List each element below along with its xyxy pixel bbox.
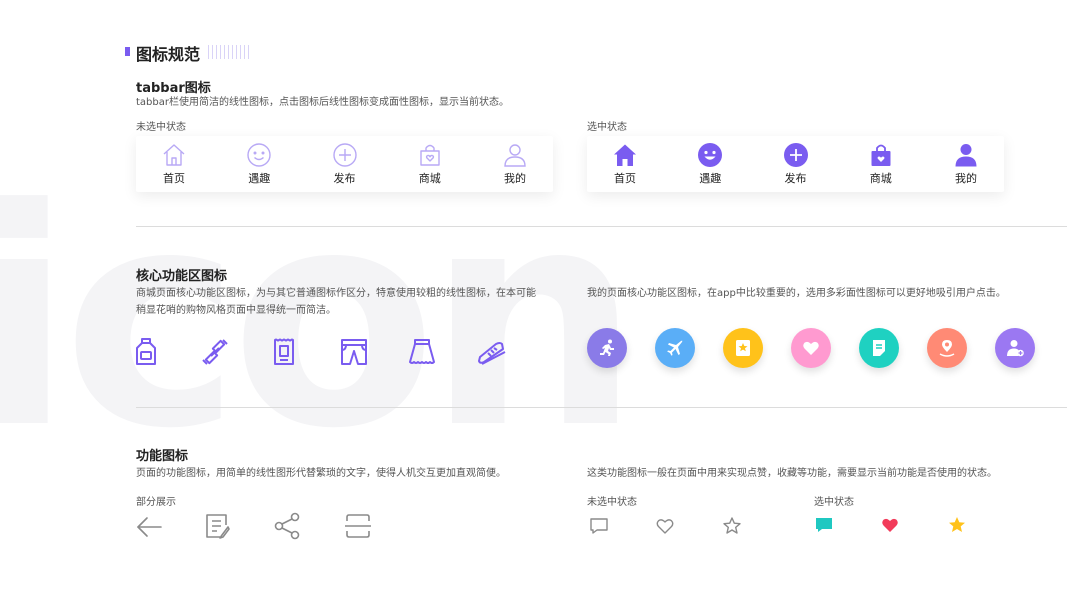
user-add-icon xyxy=(1007,340,1024,357)
tabbar-section-desc: tabbar栏使用简洁的线性图标，点击图标后线性图标变成面性图标，显示当前状态。 xyxy=(136,97,509,108)
tab-mine-selected[interactable]: 我的 xyxy=(948,136,984,192)
star-icon[interactable] xyxy=(947,515,967,535)
partial-display-label: 部分展示 xyxy=(136,497,176,508)
airplane-circle-button[interactable] xyxy=(655,328,695,368)
shopping-bag-icon xyxy=(871,144,891,166)
divider-2 xyxy=(136,407,1067,408)
smile-icon xyxy=(698,143,723,167)
tab-mine-label: 我的 xyxy=(504,172,526,185)
home-icon xyxy=(163,144,185,166)
function-section-desc-right: 这类功能图标一般在页面中用来实现点赞，收藏等功能，需要显示当前功能是否使用的状态… xyxy=(587,468,997,479)
shopping-bag-icon xyxy=(420,144,440,166)
user-icon xyxy=(955,144,977,167)
comment-icon[interactable] xyxy=(589,516,609,536)
note-icon xyxy=(873,340,885,356)
location-circle-button[interactable] xyxy=(927,328,967,368)
tabbar-selected: 首页 遇趣 发布 商城 我的 xyxy=(587,136,1004,192)
star-icon[interactable] xyxy=(722,516,742,536)
tab-yuqu-label: 遇趣 xyxy=(248,172,271,185)
location-icon xyxy=(939,340,955,357)
airplane-icon xyxy=(667,340,683,356)
tab-mall-selected-label: 商城 xyxy=(869,172,892,185)
note-circle-button[interactable] xyxy=(859,328,899,368)
tab-yuqu-selected[interactable]: 遇趣 xyxy=(692,136,728,192)
smile-icon xyxy=(247,143,271,167)
tab-publish-label: 发布 xyxy=(333,172,356,185)
background-watermark-text: icon xyxy=(0,145,640,494)
core-section-desc-right: 我的页面核心功能区图标，在app中比较重要的，选用多彩面性图标可以更好地吸引用户… xyxy=(587,288,1006,299)
receipt-icon[interactable] xyxy=(271,337,297,367)
title-decoration-lines xyxy=(208,45,250,59)
tab-yuqu-selected-label: 遇趣 xyxy=(699,172,722,185)
plus-circle-icon xyxy=(332,143,357,167)
tab-mall[interactable]: 商城 xyxy=(412,136,448,192)
bottle-icon[interactable] xyxy=(132,337,160,367)
tab-mine[interactable]: 我的 xyxy=(497,136,533,192)
function-section-title: 功能图标 xyxy=(136,449,189,464)
tab-home-label: 首页 xyxy=(163,172,185,185)
heart-icon[interactable] xyxy=(880,515,900,535)
running-icon xyxy=(600,339,614,356)
share-icon[interactable] xyxy=(273,512,301,540)
tabbar-selected-label: 选中状态 xyxy=(587,122,627,133)
heart-icon xyxy=(803,341,819,355)
function-section-desc-left: 页面的功能图标，用简单的线性图形代替繁琐的文字，使得人机交互更加直观简便。 xyxy=(136,468,506,479)
star-badge-circle-button[interactable] xyxy=(723,328,763,368)
tab-home-selected-label: 首页 xyxy=(614,172,636,185)
tabbar-unselected-label: 未选中状态 xyxy=(136,122,186,133)
tab-home[interactable]: 首页 xyxy=(156,136,192,192)
user-add-circle-button[interactable] xyxy=(995,328,1035,368)
tab-mall-label: 商城 xyxy=(418,172,441,185)
tab-mine-selected-label: 我的 xyxy=(955,172,977,185)
tab-publish[interactable]: 发布 xyxy=(327,136,363,192)
tab-yuqu[interactable]: 遇趣 xyxy=(241,136,277,192)
plus-circle-icon xyxy=(783,143,808,167)
page-title: 图标规范 xyxy=(136,45,201,64)
tab-publish-selected-label: 发布 xyxy=(784,172,807,185)
arrow-left-icon[interactable] xyxy=(135,514,163,540)
function-selected-label: 选中状态 xyxy=(814,497,854,508)
core-section-desc-line2: 稍显花哨的购物风格页面中显得统一而简洁。 xyxy=(136,305,336,316)
sneaker-icon[interactable] xyxy=(476,337,508,367)
dumbbell-icon[interactable] xyxy=(200,337,230,367)
shorts-icon[interactable] xyxy=(339,337,369,367)
tab-home-selected[interactable]: 首页 xyxy=(607,136,643,192)
comment-icon[interactable] xyxy=(814,515,834,535)
home-icon xyxy=(614,144,636,166)
core-section-desc-line1: 商城页面核心功能区图标，为与其它普通图标作区分，特意使用较粗的线性图标，在本可能 xyxy=(136,288,536,299)
divider-1 xyxy=(136,226,1067,227)
core-section-title: 核心功能区图标 xyxy=(136,269,228,284)
star-badge-icon xyxy=(736,340,750,356)
heart-circle-button[interactable] xyxy=(791,328,831,368)
skirt-icon[interactable] xyxy=(407,337,437,367)
heart-icon[interactable] xyxy=(655,516,675,536)
scan-icon[interactable] xyxy=(344,512,372,540)
function-unselected-label: 未选中状态 xyxy=(587,497,637,508)
tab-mall-selected[interactable]: 商城 xyxy=(863,136,899,192)
edit-note-icon[interactable] xyxy=(204,512,232,540)
header-accent-bar xyxy=(125,47,130,56)
tab-publish-selected[interactable]: 发布 xyxy=(778,136,814,192)
user-icon xyxy=(504,144,526,167)
tabbar-unselected: 首页 遇趣 发布 商城 我的 xyxy=(136,136,553,192)
running-circle-button[interactable] xyxy=(587,328,627,368)
